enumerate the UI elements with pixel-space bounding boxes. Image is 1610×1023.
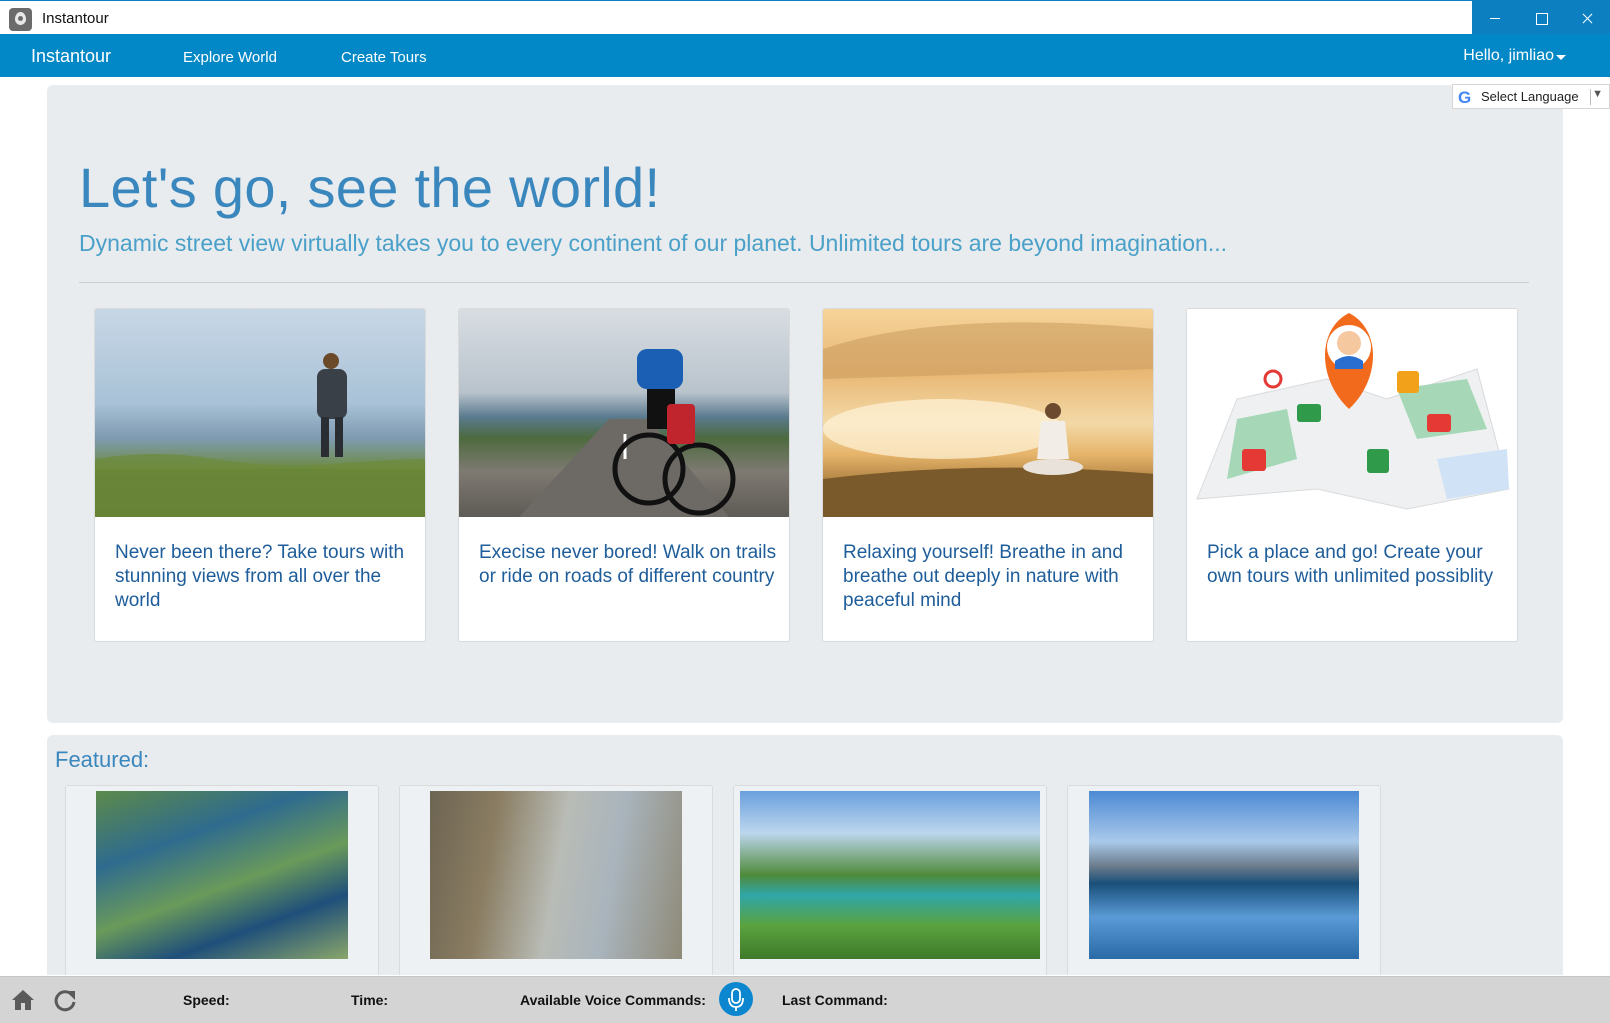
feature-card-tours[interactable]: Never been there? Take tours with stunni…: [94, 308, 426, 642]
hero-title: Let's go, see the world!: [79, 156, 661, 219]
brand-link[interactable]: Instantour: [31, 46, 111, 67]
cyclist-illustration: [519, 349, 736, 517]
navbar: Instantour Explore World Create Tours He…: [0, 34, 1610, 77]
last-command-label: Last Command:: [782, 992, 888, 1008]
feature-card-exercise[interactable]: Execise never bored! Walk on trails or r…: [458, 308, 790, 642]
featured-label: Featured:: [55, 747, 150, 772]
window-title: Instantour: [42, 10, 109, 27]
featured-card[interactable]: [733, 785, 1047, 975]
refresh-icon[interactable]: [52, 988, 78, 1012]
featured-card[interactable]: [65, 785, 379, 975]
microphone-button[interactable]: [719, 982, 753, 1016]
meditation-photo: [823, 309, 1153, 517]
featured-section: Featured:: [47, 735, 1563, 975]
card-caption: Pick a place and go! Create your own tou…: [1207, 542, 1494, 587]
app-logo-icon: [9, 8, 32, 31]
featured-card[interactable]: [1067, 785, 1381, 975]
meditation-illustration: [823, 322, 1153, 517]
cyclist-photo: [459, 309, 789, 517]
home-icon[interactable]: [10, 988, 36, 1012]
feature-card-create[interactable]: Pick a place and go! Create your own tou…: [1186, 308, 1518, 642]
featured-card[interactable]: [399, 785, 713, 975]
hiker-illustration: [95, 353, 425, 517]
microphone-icon: [728, 988, 744, 1011]
nav-explore-world[interactable]: Explore World: [183, 49, 277, 66]
map-pin-illustration: [1187, 309, 1517, 517]
hiker-photo: [95, 309, 425, 517]
hero-divider: [79, 282, 1529, 283]
snowy-peaks-reflection-photo[interactable]: [1089, 791, 1359, 959]
close-icon[interactable]: [1564, 1, 1610, 35]
cyclists-coastal-road-photo[interactable]: [430, 791, 682, 959]
map-pin-graphic: [1196, 313, 1510, 510]
hero-subtitle: Dynamic street view virtually takes you …: [79, 230, 1228, 256]
dropdown-arrow-icon[interactable]: ▼: [1592, 88, 1603, 100]
speed-label: Speed:: [183, 992, 230, 1008]
mountain-lakes-photo[interactable]: [96, 791, 348, 959]
language-select-label: Select Language: [1481, 89, 1579, 104]
user-menu[interactable]: Hello, jimliao: [1463, 47, 1554, 65]
card-caption: Execise never bored! Walk on trails or r…: [479, 542, 777, 587]
window-titlebar: Instantour: [0, 0, 1610, 35]
window-controls: [1472, 1, 1610, 35]
maximize-icon[interactable]: [1518, 1, 1564, 35]
minimize-icon[interactable]: [1472, 1, 1518, 35]
google-icon: G: [1458, 88, 1472, 107]
card-caption: Relaxing yourself! Breathe in and breath…: [843, 542, 1123, 611]
feature-card-relax[interactable]: Relaxing yourself! Breathe in and breath…: [822, 308, 1154, 642]
nav-create-tours[interactable]: Create Tours: [341, 49, 427, 66]
language-select[interactable]: G Select Language ▼: [1452, 84, 1610, 109]
voice-commands-label: Available Voice Commands:: [520, 992, 706, 1008]
card-caption: Never been there? Take tours with stunni…: [115, 542, 405, 611]
chevron-down-icon[interactable]: [1556, 55, 1566, 60]
time-label: Time:: [351, 992, 389, 1008]
alpine-valley-lake-photo[interactable]: [740, 791, 1040, 959]
language-select-divider: [1590, 89, 1591, 105]
status-bar: Speed: Time: Available Voice Commands: L…: [0, 976, 1610, 1023]
hero-jumbotron: Let's go, see the world! Dynamic street …: [47, 85, 1563, 723]
